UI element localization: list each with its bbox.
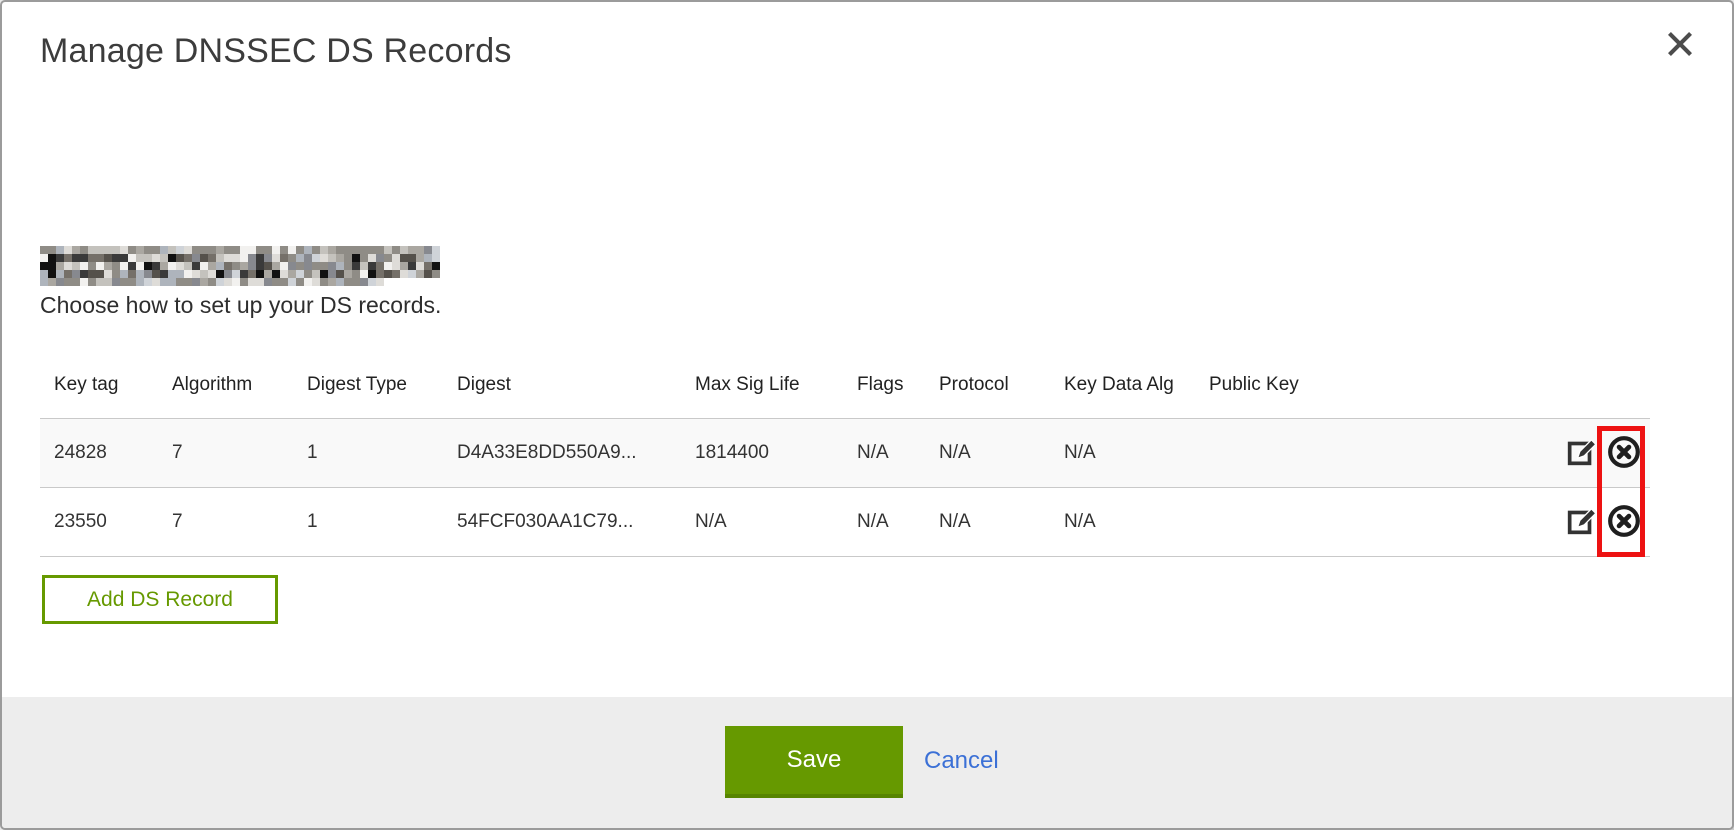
- redacted-domain-name: [40, 246, 440, 286]
- edit-record-button[interactable]: [1564, 504, 1598, 541]
- col-algorithm: Algorithm: [158, 364, 293, 419]
- col-actions: [1545, 364, 1650, 419]
- col-digest-type: Digest Type: [293, 364, 443, 419]
- edit-record-button[interactable]: [1564, 435, 1598, 472]
- cell-public-key: [1195, 488, 1545, 557]
- table-row: 23550 7 1 54FCF030AA1C79... N/A N/A N/A …: [40, 488, 1650, 557]
- cell-protocol: N/A: [925, 419, 1050, 488]
- cell-flags: N/A: [843, 419, 925, 488]
- dialog-footer: Save Cancel: [2, 697, 1732, 828]
- cell-key-tag: 24828: [40, 419, 158, 488]
- cell-flags: N/A: [843, 488, 925, 557]
- close-icon: [1664, 48, 1696, 63]
- cell-digest-type: 1: [293, 488, 443, 557]
- col-flags: Flags: [843, 364, 925, 419]
- cancel-link[interactable]: Cancel: [924, 747, 999, 775]
- table-header-row: Key tag Algorithm Digest Type Digest Max…: [40, 364, 1650, 419]
- delete-record-button[interactable]: [1606, 434, 1642, 473]
- col-public-key: Public Key: [1195, 364, 1545, 419]
- cell-public-key: [1195, 419, 1545, 488]
- cell-key-data-alg: N/A: [1050, 419, 1195, 488]
- cell-protocol: N/A: [925, 488, 1050, 557]
- cell-key-data-alg: N/A: [1050, 488, 1195, 557]
- col-key-tag: Key tag: [40, 364, 158, 419]
- col-digest: Digest: [443, 364, 681, 419]
- delete-icon: [1606, 458, 1642, 473]
- cell-max-sig-life: 1814400: [681, 419, 843, 488]
- cell-max-sig-life: N/A: [681, 488, 843, 557]
- delete-icon: [1606, 527, 1642, 542]
- manage-dnssec-dialog: Manage DNSSEC DS Records Choose how to s…: [0, 0, 1734, 830]
- dialog-title: Manage DNSSEC DS Records: [40, 32, 512, 71]
- edit-icon: [1564, 457, 1598, 472]
- cell-algorithm: 7: [158, 419, 293, 488]
- col-key-data-alg: Key Data Alg: [1050, 364, 1195, 419]
- col-protocol: Protocol: [925, 364, 1050, 419]
- delete-record-button[interactable]: [1606, 503, 1642, 542]
- cell-algorithm: 7: [158, 488, 293, 557]
- cell-digest: D4A33E8DD550A9...: [443, 419, 681, 488]
- add-ds-record-button[interactable]: Add DS Record: [42, 575, 278, 624]
- close-button[interactable]: [1664, 28, 1696, 60]
- col-max-sig-life: Max Sig Life: [681, 364, 843, 419]
- table-row: 24828 7 1 D4A33E8DD550A9... 1814400 N/A …: [40, 419, 1650, 488]
- cell-key-tag: 23550: [40, 488, 158, 557]
- save-button[interactable]: Save: [725, 726, 903, 798]
- edit-icon: [1564, 526, 1598, 541]
- cell-digest: 54FCF030AA1C79...: [443, 488, 681, 557]
- instruction-text: Choose how to set up your DS records.: [40, 292, 441, 319]
- ds-records-table: Key tag Algorithm Digest Type Digest Max…: [40, 364, 1650, 557]
- cell-digest-type: 1: [293, 419, 443, 488]
